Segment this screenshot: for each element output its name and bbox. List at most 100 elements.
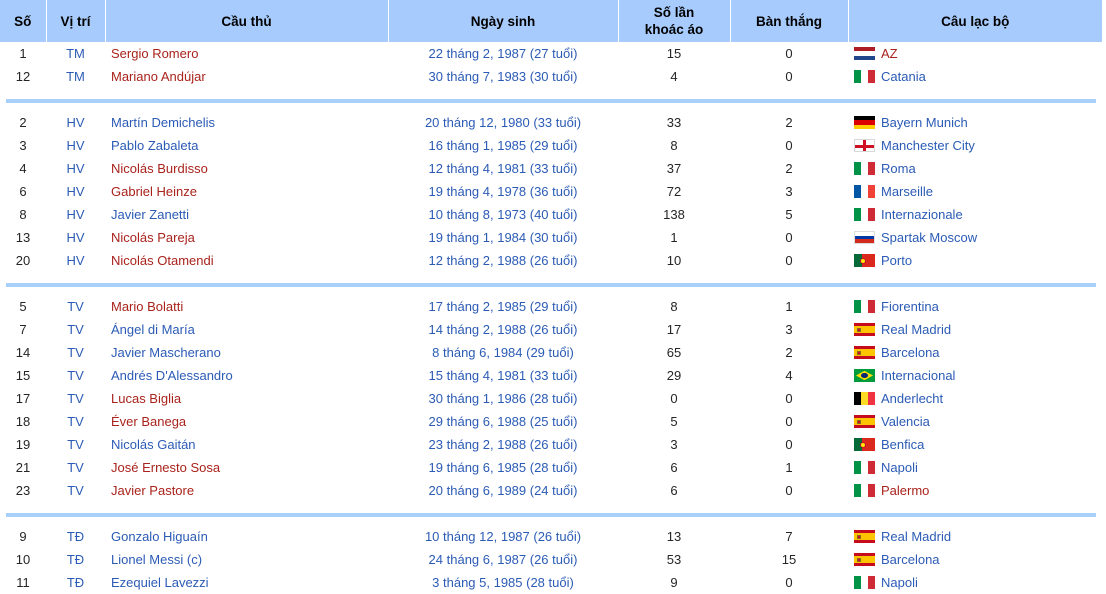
position-link[interactable]: TV <box>67 368 84 383</box>
player-link[interactable]: Ángel di María <box>111 322 195 337</box>
player-link[interactable]: Javier Mascherano <box>111 345 221 360</box>
dob-link[interactable]: 22 tháng 2, 1987 (27 tuổi) <box>429 46 578 61</box>
flag-icon-be <box>854 392 875 405</box>
player-link[interactable]: Gonzalo Higuaín <box>111 529 208 544</box>
player-link[interactable]: Lionel Messi (c) <box>111 552 202 567</box>
dob-link[interactable]: 30 tháng 1, 1986 (28 tuổi) <box>429 391 578 406</box>
player-link[interactable]: Mario Bolatti <box>111 299 183 314</box>
player-link[interactable]: Lucas Biglia <box>111 391 181 406</box>
player-link[interactable]: José Ernesto Sosa <box>111 460 220 475</box>
position-link[interactable]: HV <box>66 184 84 199</box>
position-link[interactable]: TV <box>67 437 84 452</box>
dob-link[interactable]: 19 tháng 4, 1978 (36 tuổi) <box>429 184 578 199</box>
dob-link[interactable]: 29 tháng 6, 1988 (25 tuổi) <box>429 414 578 429</box>
goals-value: 0 <box>785 575 793 590</box>
club-link[interactable]: Roma <box>881 161 916 176</box>
player-number: 14 <box>15 345 31 360</box>
dob-link[interactable]: 17 tháng 2, 1985 (29 tuổi) <box>429 299 578 314</box>
position-link[interactable]: HV <box>66 138 84 153</box>
player-link[interactable]: Éver Banega <box>111 414 186 429</box>
club-link[interactable]: Manchester City <box>881 138 975 153</box>
club-link[interactable]: Internacional <box>881 368 955 383</box>
dob-link[interactable]: 24 tháng 6, 1987 (26 tuổi) <box>429 552 578 567</box>
dob-link[interactable]: 10 tháng 12, 1987 (26 tuổi) <box>425 529 581 544</box>
position-link[interactable]: HV <box>66 253 84 268</box>
player-link[interactable]: Pablo Zabaleta <box>111 138 198 153</box>
club-link[interactable]: Bayern Munich <box>881 115 968 130</box>
header-goals: Bàn thắng <box>730 0 849 42</box>
club-link[interactable]: Napoli <box>881 575 918 590</box>
cell-position: TV <box>46 456 105 479</box>
position-link[interactable]: TV <box>67 483 84 498</box>
position-link[interactable]: TV <box>67 460 84 475</box>
dob-link[interactable]: 16 tháng 1, 1985 (29 tuổi) <box>429 138 578 153</box>
dob-link[interactable]: 12 tháng 4, 1981 (33 tuổi) <box>429 161 578 176</box>
dob-link[interactable]: 12 tháng 2, 1988 (26 tuổi) <box>429 253 578 268</box>
club-link[interactable]: Anderlecht <box>881 391 943 406</box>
position-link[interactable]: TĐ <box>67 575 84 590</box>
player-link[interactable]: Gabriel Heinze <box>111 184 197 199</box>
dob-link[interactable]: 30 tháng 7, 1983 (30 tuổi) <box>429 69 578 84</box>
dob-link[interactable]: 8 tháng 6, 1984 (29 tuổi) <box>432 345 574 360</box>
dob-link[interactable]: 20 tháng 6, 1989 (24 tuổi) <box>429 483 578 498</box>
player-link[interactable]: Ezequiel Lavezzi <box>111 575 209 590</box>
cell-position: TV <box>46 295 105 318</box>
cell-player: Lucas Biglia <box>105 387 388 410</box>
position-link[interactable]: HV <box>66 161 84 176</box>
player-link[interactable]: Andrés D'Alessandro <box>111 368 233 383</box>
player-link[interactable]: Javier Pastore <box>111 483 194 498</box>
club-link[interactable]: Real Madrid <box>881 322 951 337</box>
position-link[interactable]: TV <box>67 322 84 337</box>
player-number: 15 <box>15 368 31 383</box>
dob-link[interactable]: 20 tháng 12, 1980 (33 tuổi) <box>425 115 581 130</box>
player-link[interactable]: Mariano Andújar <box>111 69 206 84</box>
club-link[interactable]: AZ <box>881 46 898 61</box>
player-link[interactable]: Sergio Romero <box>111 46 198 61</box>
dob-link[interactable]: 19 tháng 1, 1984 (30 tuổi) <box>429 230 578 245</box>
position-link[interactable]: TĐ <box>67 529 84 544</box>
player-number: 2 <box>19 115 27 130</box>
cell-goals: 2 <box>730 157 848 180</box>
position-link[interactable]: TM <box>66 46 85 61</box>
player-link[interactable]: Nicolás Burdisso <box>111 161 208 176</box>
club-link[interactable]: Valencia <box>881 414 930 429</box>
club-link[interactable]: Napoli <box>881 460 918 475</box>
club-link[interactable]: Internazionale <box>881 207 963 222</box>
goals-value: 2 <box>785 161 793 176</box>
table-row: 9 TĐ Gonzalo Higuaín 10 tháng 12, 1987 (26 … <box>0 525 1102 548</box>
position-link[interactable]: TV <box>67 414 84 429</box>
club-link[interactable]: Barcelona <box>881 345 940 360</box>
table-row: 3 HV Pablo Zabaleta 16 tháng 1, 1985 (29 tu… <box>0 134 1102 157</box>
club-link[interactable]: Palermo <box>881 483 929 498</box>
dob-link[interactable]: 15 tháng 4, 1981 (33 tuổi) <box>429 368 578 383</box>
dob-link[interactable]: 23 tháng 2, 1988 (26 tuổi) <box>429 437 578 452</box>
club-link[interactable]: Porto <box>881 253 912 268</box>
position-link[interactable]: TĐ <box>67 552 84 567</box>
club-link[interactable]: Real Madrid <box>881 529 951 544</box>
club-link[interactable]: Benfica <box>881 437 924 452</box>
position-link[interactable]: HV <box>66 230 84 245</box>
cell-position: HV <box>46 226 105 249</box>
group-separator-cell <box>0 88 1102 111</box>
dob-link[interactable]: 14 tháng 2, 1988 (26 tuổi) <box>429 322 578 337</box>
club-link[interactable]: Fiorentina <box>881 299 939 314</box>
club-link[interactable]: Catania <box>881 69 926 84</box>
position-link[interactable]: TV <box>67 299 84 314</box>
dob-link[interactable]: 3 tháng 5, 1985 (28 tuổi) <box>432 575 574 590</box>
club-link[interactable]: Barcelona <box>881 552 940 567</box>
player-link[interactable]: Nicolás Gaitán <box>111 437 196 452</box>
position-link[interactable]: TV <box>67 391 84 406</box>
dob-link[interactable]: 10 tháng 8, 1973 (40 tuổi) <box>429 207 578 222</box>
position-link[interactable]: HV <box>66 207 84 222</box>
header-caps-line1: Số lần <box>653 5 695 20</box>
dob-link[interactable]: 19 tháng 6, 1985 (28 tuổi) <box>429 460 578 475</box>
club-link[interactable]: Marseille <box>881 184 933 199</box>
player-link[interactable]: Nicolás Otamendi <box>111 253 214 268</box>
position-link[interactable]: TV <box>67 345 84 360</box>
position-link[interactable]: TM <box>66 69 85 84</box>
position-link[interactable]: HV <box>66 115 84 130</box>
player-link[interactable]: Martín Demichelis <box>111 115 215 130</box>
player-link[interactable]: Nicolás Pareja <box>111 230 195 245</box>
club-link[interactable]: Spartak Moscow <box>881 230 977 245</box>
player-link[interactable]: Javier Zanetti <box>111 207 189 222</box>
